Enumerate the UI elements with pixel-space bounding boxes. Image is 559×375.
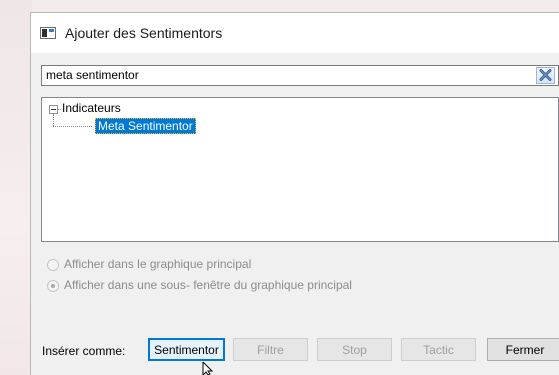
tactic-button[interactable]: Tactic xyxy=(401,338,476,361)
window-title: Ajouter des Sentimentors xyxy=(65,25,223,41)
window-icon xyxy=(40,27,56,39)
tree-connector xyxy=(58,109,61,110)
filter-button[interactable]: Filtre xyxy=(233,338,308,361)
background-app-top xyxy=(32,0,559,12)
tree-connector xyxy=(53,114,54,126)
sentimentor-button[interactable]: Sentimentor xyxy=(148,338,225,361)
background-app-left xyxy=(0,0,32,375)
radio-button-unselected[interactable] xyxy=(47,259,59,271)
stop-button[interactable]: Stop xyxy=(317,338,392,361)
close-x-icon xyxy=(539,69,552,81)
radio-main-chart-label: Afficher dans le graphique principal xyxy=(64,257,252,271)
tree-node-indicateurs[interactable]: Indicateurs xyxy=(62,101,121,115)
tree-node-meta-sentimentor[interactable]: Meta Sentimentor xyxy=(95,118,196,134)
tree-connector xyxy=(53,126,92,127)
indicator-tree[interactable]: Indicateurs Meta Sentimentor xyxy=(41,97,559,242)
radio-sub-window-label: Afficher dans une sous- fenêtre du graph… xyxy=(64,278,352,292)
clear-search-button[interactable] xyxy=(536,67,555,84)
add-sentimentors-dialog: Ajouter des Sentimentors meta sentimento… xyxy=(30,12,559,375)
close-button[interactable]: Fermer xyxy=(487,338,559,361)
title-bar: Ajouter des Sentimentors xyxy=(31,13,559,53)
search-input-value[interactable]: meta sentimentor xyxy=(46,68,139,82)
radio-button-selected[interactable] xyxy=(47,280,59,292)
collapse-tree-icon[interactable] xyxy=(49,105,58,114)
insert-as-label: Insérer comme: xyxy=(42,344,126,358)
search-field[interactable]: meta sentimentor xyxy=(41,65,559,86)
radio-dot xyxy=(51,284,55,288)
